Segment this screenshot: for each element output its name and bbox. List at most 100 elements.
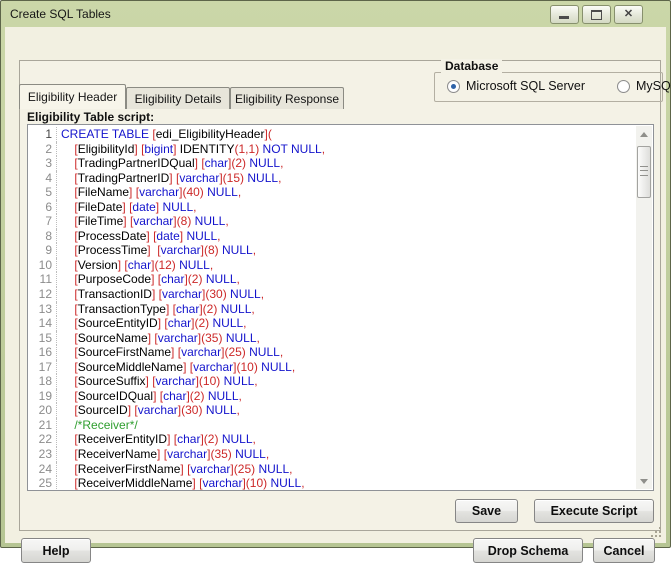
code-line: 1CREATE TABLE [edi_EligibilityHeader](: [28, 127, 636, 142]
line-number: 23: [28, 447, 56, 462]
code-line-text: [TradingPartnerID] [varchar](15) NULL,: [56, 171, 281, 186]
line-number: 11: [28, 272, 56, 287]
line-number: 12: [28, 287, 56, 302]
code-line: 22 [ReceiverEntityID] [char](2) NULL,: [28, 432, 636, 447]
code-line: 15 [SourceName] [varchar](35) NULL,: [28, 331, 636, 346]
tab-eligibility-details[interactable]: Eligibility Details: [126, 87, 230, 109]
code-line-text: [TransactionType] [char](2) NULL,: [56, 302, 255, 317]
line-number: 14: [28, 316, 56, 331]
line-number: 17: [28, 360, 56, 375]
scroll-up-icon: [640, 132, 648, 137]
titlebar[interactable]: Create SQL Tables ✕: [1, 1, 670, 27]
code-line: 6 [FileDate] [date] NULL,: [28, 200, 636, 215]
code-line: 14 [SourceEntityID] [char](2) NULL,: [28, 316, 636, 331]
scroll-down-button[interactable]: [636, 473, 652, 489]
minimize-button[interactable]: [550, 5, 579, 24]
line-number: 16: [28, 345, 56, 360]
line-number: 22: [28, 432, 56, 447]
radio-microsoft-sql-server[interactable]: [447, 80, 460, 93]
line-number: 2: [28, 142, 56, 157]
maximize-icon: [591, 10, 602, 20]
code-line-text: [SourceName] [varchar](35) NULL,: [56, 331, 260, 346]
dialog-client-area: Database Microsoft SQL Server MySQL Elig…: [5, 27, 666, 543]
code-lines[interactable]: 1CREATE TABLE [edi_EligibilityHeader](2 …: [28, 125, 636, 490]
save-button[interactable]: Save: [455, 499, 518, 523]
window-title: Create SQL Tables: [10, 7, 111, 21]
code-line: 9 [ProcessTime] [varchar](8) NULL,: [28, 243, 636, 258]
line-number: 1: [28, 127, 56, 142]
code-line-text: [TradingPartnerIDQual] [char](2) NULL,: [56, 156, 283, 171]
database-group-label: Database: [441, 59, 502, 73]
code-line-text: [EligibilityId] [bigint] IDENTITY(1,1) N…: [56, 142, 325, 157]
line-number: 4: [28, 171, 56, 186]
code-line: 17 [SourceMiddleName] [varchar](10) NULL…: [28, 360, 636, 375]
code-editor[interactable]: 1CREATE TABLE [edi_EligibilityHeader](2 …: [27, 124, 654, 491]
code-line: 8 [ProcessDate] [date] NULL,: [28, 229, 636, 244]
help-button[interactable]: Help: [21, 538, 91, 563]
line-number: 20: [28, 403, 56, 418]
code-line: 10 [Version] [char](12) NULL,: [28, 258, 636, 273]
radio-mysql[interactable]: [617, 80, 630, 93]
line-number: 7: [28, 214, 56, 229]
code-line-text: [FileDate] [date] NULL,: [56, 200, 196, 215]
code-line-text: [ProcessDate] [date] NULL,: [56, 229, 221, 244]
code-line-text: [SourceIDQual] [char](2) NULL,: [56, 389, 242, 404]
code-line-text: [ReceiverFirstName] [varchar](25) NULL,: [56, 462, 293, 477]
line-number: 5: [28, 185, 56, 200]
line-number: 21: [28, 418, 56, 433]
scroll-thumb[interactable]: [637, 146, 651, 198]
code-line-text: /*Receiver*/: [56, 418, 138, 433]
tab-eligibility-response[interactable]: Eligibility Response: [230, 87, 344, 109]
editor-scrollbar[interactable]: [636, 126, 652, 489]
code-line-text: [SourceEntityID] [char](2) NULL,: [56, 316, 247, 331]
scroll-down-icon: [640, 479, 648, 484]
code-line-text: [SourceID] [varchar](30) NULL,: [56, 403, 240, 418]
line-number: 8: [28, 229, 56, 244]
scroll-thumb-grip-icon: [640, 166, 648, 176]
line-number: 15: [28, 331, 56, 346]
line-number: 25: [28, 476, 56, 490]
code-line-text: [TransactionID] [varchar](30) NULL,: [56, 287, 264, 302]
code-line: 5 [FileName] [varchar](40) NULL,: [28, 185, 636, 200]
code-line-text: [FileTime] [varchar](8) NULL,: [56, 214, 229, 229]
code-line: 7 [FileTime] [varchar](8) NULL,: [28, 214, 636, 229]
code-line-text: [ReceiverName] [varchar](35) NULL,: [56, 447, 269, 462]
close-icon: ✕: [615, 7, 642, 20]
code-line: 16 [SourceFirstName] [varchar](25) NULL,: [28, 345, 636, 360]
line-number: 10: [28, 258, 56, 273]
line-number: 19: [28, 389, 56, 404]
line-number: 9: [28, 243, 56, 258]
code-line: 18 [SourceSuffix] [varchar](10) NULL,: [28, 374, 636, 389]
radio-mysql-label[interactable]: MySQL: [636, 79, 671, 93]
code-line: 23 [ReceiverName] [varchar](35) NULL,: [28, 447, 636, 462]
code-line: 4 [TradingPartnerID] [varchar](15) NULL,: [28, 171, 636, 186]
code-line: 21 /*Receiver*/: [28, 418, 636, 433]
maximize-button[interactable]: [582, 5, 611, 24]
create-sql-tables-dialog: Create SQL Tables ✕ Database Microsoft S…: [0, 0, 671, 548]
close-button[interactable]: ✕: [614, 5, 643, 24]
window-controls: ✕: [550, 5, 643, 24]
code-line: 11 [PurposeCode] [char](2) NULL,: [28, 272, 636, 287]
code-line-text: [SourceFirstName] [varchar](25) NULL,: [56, 345, 283, 360]
code-line-text: [PurposeCode] [char](2) NULL,: [56, 272, 240, 287]
resize-grip[interactable]: [649, 525, 661, 537]
database-options: Microsoft SQL Server MySQL: [447, 79, 671, 93]
line-number: 6: [28, 200, 56, 215]
code-line: 12 [TransactionID] [varchar](30) NULL,: [28, 287, 636, 302]
code-line-text: [Version] [char](12) NULL,: [56, 258, 213, 273]
code-line: 25 [ReceiverMiddleName] [varchar](10) NU…: [28, 476, 636, 490]
drop-schema-button[interactable]: Drop Schema: [473, 538, 583, 563]
code-line: 2 [EligibilityId] [bigint] IDENTITY(1,1)…: [28, 142, 636, 157]
code-line-text: [SourceSuffix] [varchar](10) NULL,: [56, 374, 258, 389]
scroll-up-button[interactable]: [636, 126, 652, 142]
line-number: 3: [28, 156, 56, 171]
radio-microsoft-sql-server-label[interactable]: Microsoft SQL Server: [466, 79, 585, 93]
execute-script-button[interactable]: Execute Script: [534, 499, 654, 523]
code-line: 3 [TradingPartnerIDQual] [char](2) NULL,: [28, 156, 636, 171]
cancel-button[interactable]: Cancel: [593, 538, 655, 563]
code-line-text: [FileName] [varchar](40) NULL,: [56, 185, 241, 200]
code-line-text: [SourceMiddleName] [varchar](10) NULL,: [56, 360, 295, 375]
line-number: 24: [28, 462, 56, 477]
minimize-icon: [559, 16, 569, 19]
tab-eligibility-header[interactable]: Eligibility Header: [19, 84, 126, 109]
